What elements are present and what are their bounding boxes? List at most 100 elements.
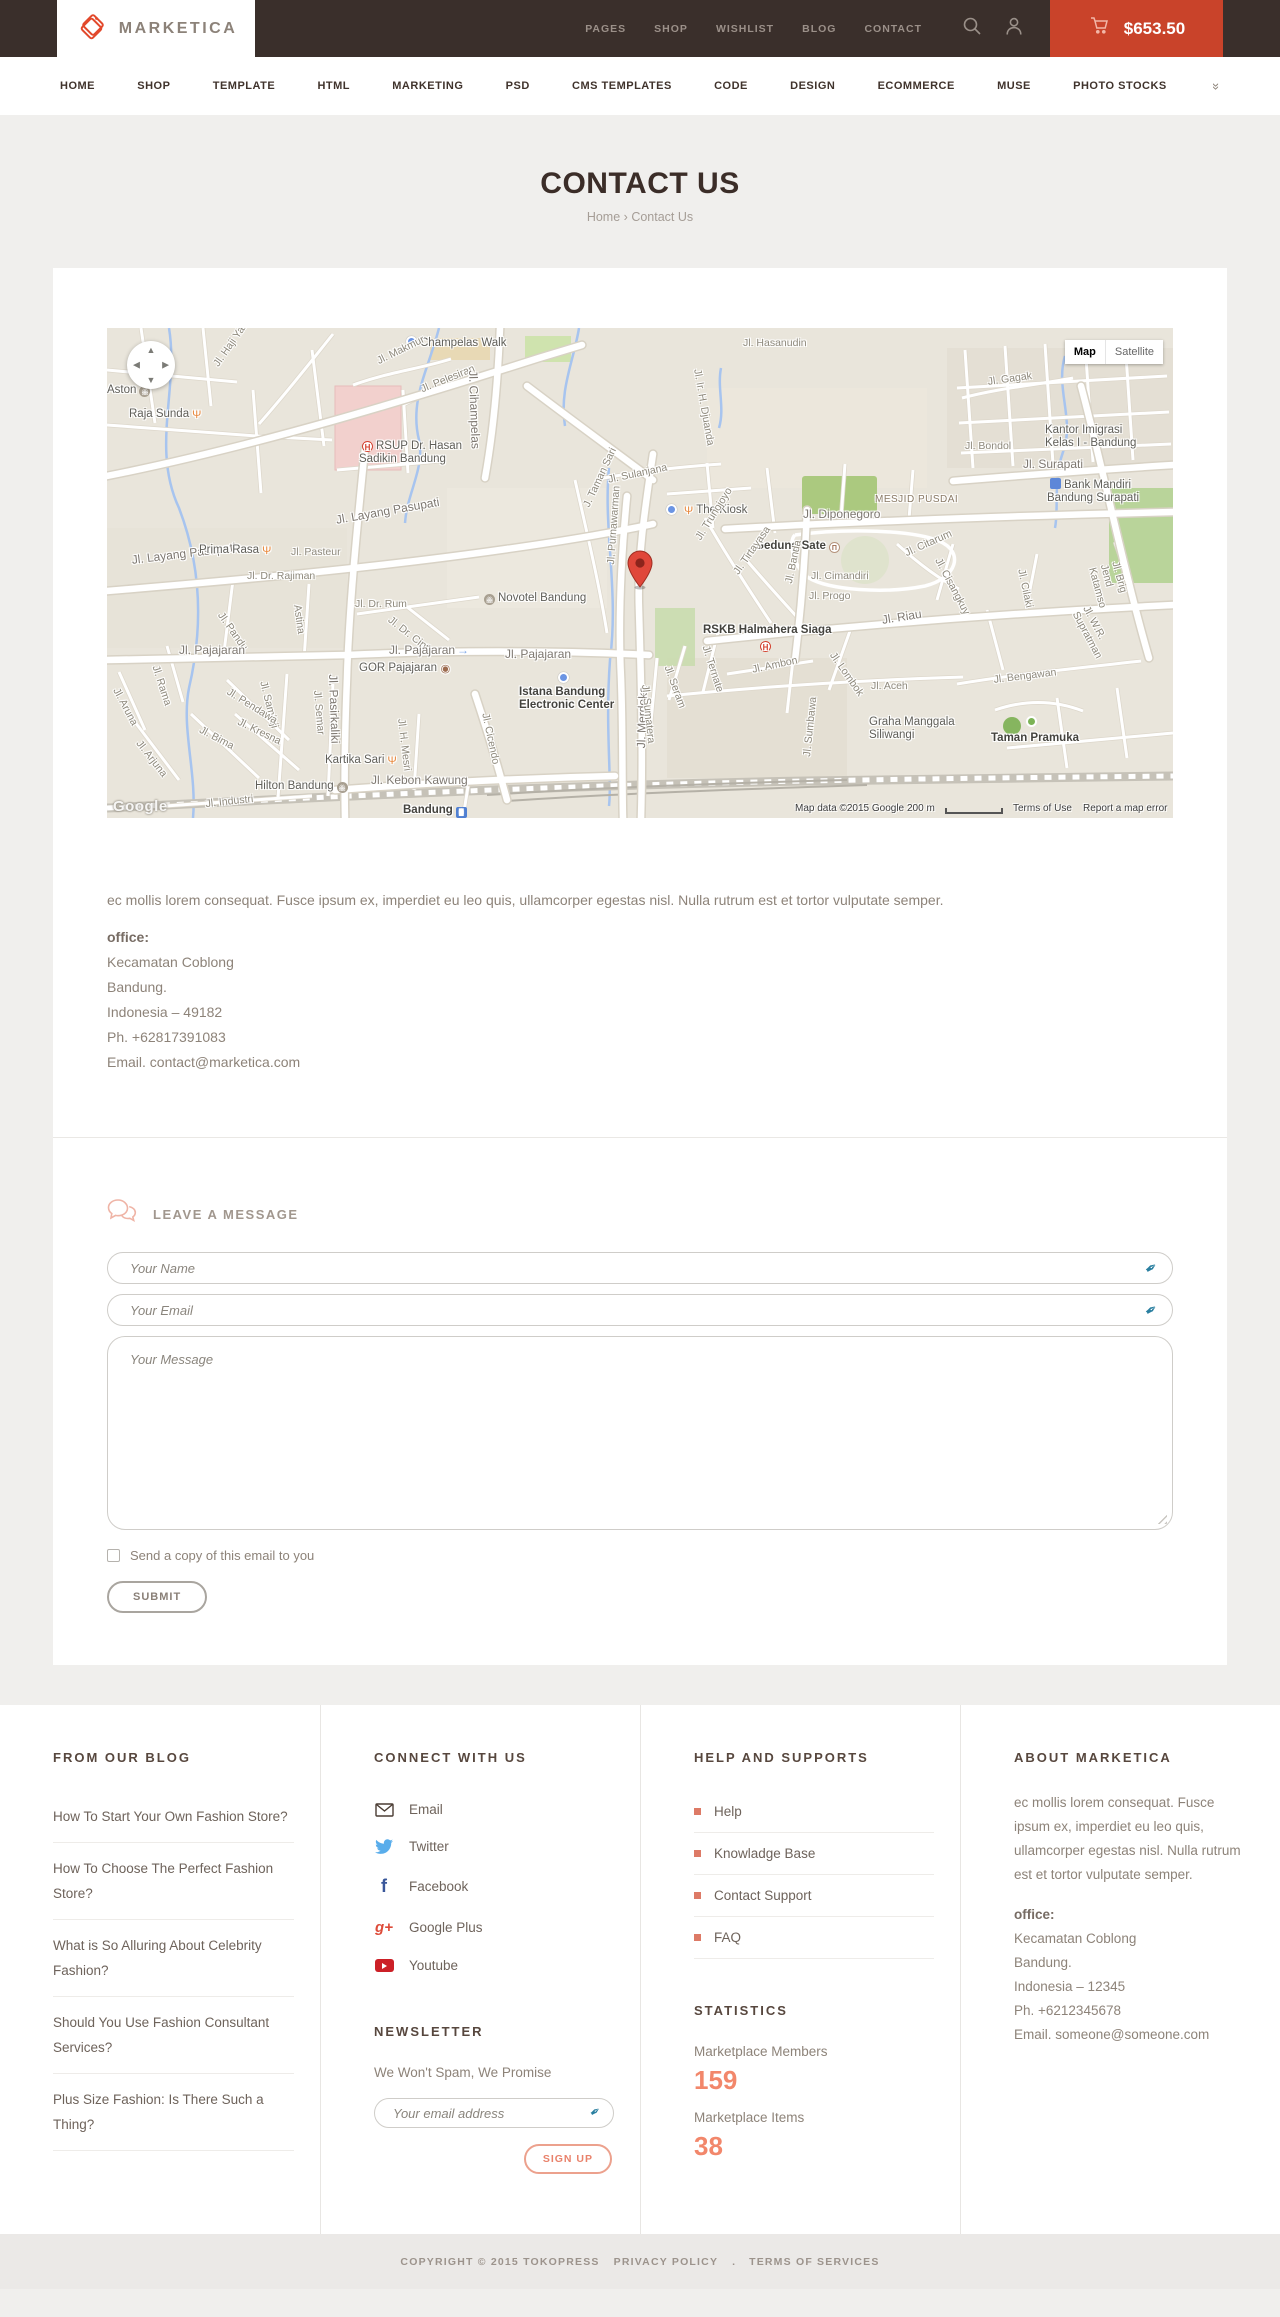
map-marker-pin[interactable]	[627, 550, 653, 595]
help-link[interactable]: FAQ	[694, 1917, 934, 1959]
search-icon[interactable]	[962, 16, 982, 41]
square-bullet-icon	[694, 1892, 701, 1899]
about-office-block: office: Kecamatan Coblong Bandung. Indones…	[1014, 1903, 1254, 2047]
nav-more-chevron-icon[interactable]: »	[1209, 82, 1224, 89]
social-link[interactable]: Youtube	[374, 1947, 614, 1984]
top-nav-item[interactable]: CONTACT	[864, 23, 922, 35]
map-data-credit: Map data ©2015 Google	[795, 803, 905, 814]
blog-post-link[interactable]: How To Choose The Perfect Fashion Store?	[53, 1843, 294, 1920]
name-input[interactable]: Your Name ✒	[107, 1252, 1173, 1284]
newsletter-email-input[interactable]: Your email address ✒	[374, 2098, 614, 2128]
stat-value: 159	[694, 2065, 738, 2095]
footer-about-column: ABOUT MARKETICA ec mollis lorem consequa…	[960, 1705, 1280, 2234]
google-map-canvas[interactable]: Champelas Walk Jl. Hasanudin Jl. Ir. H. Dj…	[107, 328, 1173, 818]
help-label: Contact Support	[714, 1888, 812, 1903]
footer-blog-heading: FROM OUR BLOG	[53, 1750, 191, 1765]
category-nav-item[interactable]: HOME	[60, 80, 95, 92]
category-nav-item[interactable]: PHOTO STOCKS	[1073, 80, 1167, 92]
blog-post-link[interactable]: Should You Use Fashion Consultant Servic…	[53, 1997, 294, 2074]
user-account-icon[interactable]	[1004, 16, 1024, 41]
breadcrumb-separator: ›	[623, 210, 628, 224]
top-nav-item[interactable]: BLOG	[802, 23, 836, 35]
social-link[interactable]: Twitter	[374, 1828, 614, 1865]
submit-button[interactable]: SUBMIT	[107, 1581, 208, 1613]
about-address-line: Bandung.	[1014, 1955, 1072, 1970]
terms-of-use-link[interactable]: Terms of Use	[1013, 803, 1072, 814]
office-address-line: Kecamatan Coblong	[107, 954, 234, 970]
category-nav-item[interactable]: MUSE	[997, 80, 1031, 92]
pan-right-icon[interactable]: ▶	[162, 360, 169, 371]
social-label: Youtube	[409, 1958, 459, 1973]
map-type-map-button[interactable]: Map	[1064, 340, 1105, 364]
cart-icon	[1088, 14, 1112, 43]
google-watermark: Google	[113, 798, 168, 815]
email-input[interactable]: Your Email ✒	[107, 1294, 1173, 1326]
page-title: CONTACT US	[540, 167, 740, 200]
category-nav-item[interactable]: CODE	[714, 80, 748, 92]
about-address-line: Email. someone@someone.com	[1014, 2027, 1210, 2042]
help-label: Help	[714, 1804, 742, 1819]
terms-of-services-link[interactable]: TERMS OF SERVICES	[749, 2256, 879, 2268]
map-scale-label: 200 m	[907, 803, 935, 814]
category-nav-item[interactable]: CMS TEMPLATES	[572, 80, 672, 92]
pen-icon: ✒	[586, 2102, 605, 2121]
category-nav-item[interactable]: MARKETING	[392, 80, 463, 92]
help-link[interactable]: Help	[694, 1791, 934, 1833]
page-header: CONTACT US Home › Contact Us	[0, 115, 1280, 268]
social-label: Facebook	[409, 1879, 469, 1894]
office-label: office:	[107, 929, 149, 945]
category-nav-item[interactable]: SHOP	[137, 80, 170, 92]
social-icon	[374, 1959, 394, 1972]
social-link[interactable]: Email	[374, 1791, 614, 1828]
category-nav-item[interactable]: PSD	[506, 80, 530, 92]
footer: FROM OUR BLOG How To Start Your Own Fash…	[0, 1705, 1280, 2234]
map-pan-control[interactable]: ▲ ▼ ◀ ▶	[127, 341, 175, 389]
contact-intro-text: ec mollis lorem consequat. Fusce ipsum e…	[107, 892, 944, 908]
about-address-line: Kecamatan Coblong	[1014, 1931, 1137, 1946]
stat-label: Marketplace Members	[694, 2044, 828, 2059]
privacy-policy-link[interactable]: PRIVACY POLICY	[614, 2256, 719, 2268]
price-tag-icon	[75, 9, 109, 48]
pan-down-icon[interactable]: ▼	[147, 375, 156, 385]
breadcrumb-home-link[interactable]: Home	[587, 210, 620, 224]
blog-post-link[interactable]: What is So Alluring About Celebrity Fash…	[53, 1920, 294, 1997]
office-label: office:	[1014, 1907, 1055, 1922]
report-map-error-link[interactable]: Report a map error	[1083, 803, 1167, 814]
help-link[interactable]: Contact Support	[694, 1875, 934, 1917]
brand-name: MARKETICA	[118, 19, 238, 37]
category-nav-item[interactable]: ECOMMERCE	[878, 80, 955, 92]
top-nav-item[interactable]: WISHLIST	[716, 23, 774, 35]
office-address-line: Ph. +62817391083	[107, 1029, 226, 1045]
social-link[interactable]: g+ Google Plus	[374, 1908, 614, 1947]
category-nav-item[interactable]: HTML	[317, 80, 350, 92]
signup-button[interactable]: SIGN UP	[523, 2144, 612, 2174]
top-nav-item[interactable]: SHOP	[654, 23, 688, 35]
top-nav-item[interactable]: PAGES	[585, 23, 626, 35]
square-bullet-icon	[694, 1808, 701, 1815]
pan-up-icon[interactable]: ▲	[147, 345, 156, 355]
category-nav-item[interactable]: DESIGN	[790, 80, 835, 92]
blog-post-link[interactable]: Plus Size Fashion: Is There Such a Thing…	[53, 2074, 294, 2151]
social-link[interactable]: f Facebook	[374, 1865, 614, 1908]
social-icon	[374, 1802, 394, 1817]
send-copy-checkbox[interactable]	[107, 1549, 120, 1562]
name-placeholder: Your Name	[130, 1260, 196, 1276]
office-address-line: Indonesia – 49182	[107, 1004, 223, 1020]
footer-blog-column: FROM OUR BLOG How To Start Your Own Fash…	[0, 1705, 320, 2234]
social-label: Twitter	[409, 1839, 449, 1854]
leave-message-section: LEAVE A MESSAGE Your Name ✒ Your Email ✒…	[107, 1138, 1173, 1613]
newsletter-placeholder: Your email address	[393, 2105, 505, 2121]
message-textarea[interactable]: Your Message	[107, 1336, 1173, 1530]
message-placeholder: Your Message	[130, 1352, 214, 1367]
help-link[interactable]: Knowladge Base	[694, 1833, 934, 1875]
map-type-satellite-button[interactable]: Satellite	[1104, 340, 1163, 364]
leave-message-heading: LEAVE A MESSAGE	[153, 1206, 299, 1222]
blog-post-link[interactable]: How To Start Your Own Fashion Store?	[53, 1791, 294, 1843]
pan-left-icon[interactable]: ◀	[133, 360, 140, 371]
brand-logo[interactable]: MARKETICA	[57, 0, 255, 57]
social-icon	[374, 1839, 394, 1854]
textarea-resize-handle[interactable]	[1156, 1513, 1167, 1524]
copyright-separator: .	[732, 2255, 736, 2268]
cart-button[interactable]: $653.50	[1050, 0, 1223, 57]
category-nav-item[interactable]: TEMPLATE	[213, 80, 275, 92]
